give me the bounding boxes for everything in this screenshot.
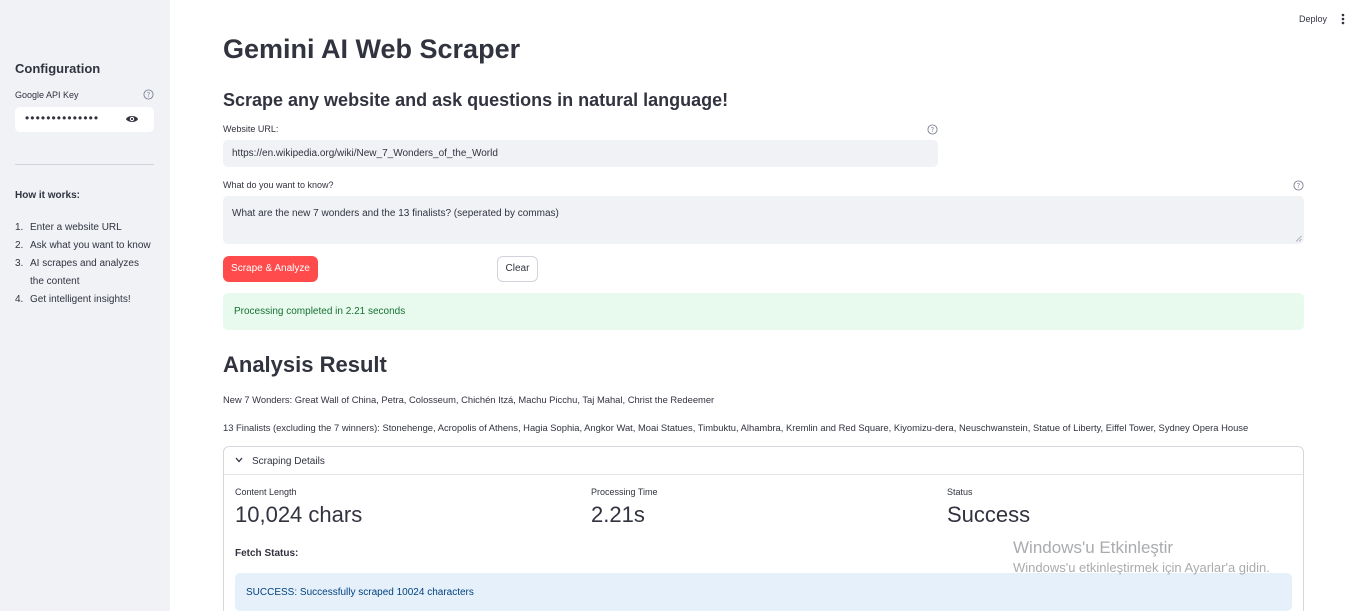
clear-button[interactable]: Clear: [497, 256, 538, 282]
metric-content-length: Content Length 10,024 chars: [235, 487, 362, 528]
question-textarea[interactable]: What are the new 7 wonders and the 13 fi…: [223, 196, 1304, 244]
help-icon[interactable]: ?: [1293, 180, 1304, 191]
list-item: 1. Enter a website URL: [15, 222, 122, 233]
api-key-input[interactable]: ••••••••••••••: [15, 107, 154, 132]
question-value: What are the new 7 wonders and the 13 fi…: [232, 208, 559, 219]
how-it-works-title: How it works:: [15, 190, 81, 201]
list-item: 3. AI scrapes and analyzes the content: [15, 258, 139, 287]
metric-label: Content Length: [235, 487, 297, 497]
fetch-status-message: SUCCESS: Successfully scraped 10024 char…: [246, 587, 474, 598]
success-message: Processing completed in 2.21 seconds: [234, 306, 406, 317]
activation-watermark: Windows'u Etkinleştir Windows'u etkinleş…: [1013, 538, 1270, 575]
scrape-analyze-button[interactable]: Scrape & Analyze: [223, 256, 318, 282]
sidebar: Configuration Google API Key ? •••••••••…: [0, 0, 170, 611]
result-line-wonders: New 7 Wonders: Great Wall of China, Petr…: [223, 394, 715, 405]
eye-icon[interactable]: [125, 113, 139, 125]
sidebar-title: Configuration: [15, 61, 101, 76]
list-item: 4. Get intelligent insights!: [15, 294, 131, 305]
success-alert: Processing completed in 2.21 seconds: [223, 293, 1304, 330]
metric-label: Status: [947, 487, 973, 497]
chevron-down-icon: [235, 457, 243, 463]
scraping-details-expander: Scraping Details Content Length 10,024 c…: [223, 446, 1304, 611]
svg-text:?: ?: [1297, 182, 1301, 190]
help-icon[interactable]: ?: [927, 124, 938, 135]
url-input[interactable]: https://en.wikipedia.org/wiki/New_7_Wond…: [223, 140, 938, 167]
page-subtitle: Scrape any website and ask questions in …: [223, 90, 729, 110]
metric-processing-time: Processing Time 2.21s: [591, 487, 658, 528]
result-title: Analysis Result: [223, 352, 387, 377]
result-line-finalists: 13 Finalists (excluding the 7 winners): …: [223, 422, 1249, 433]
metric-value: 2.21s: [591, 502, 645, 527]
deploy-button[interactable]: Deploy: [1299, 14, 1327, 24]
list-item: 2. Ask what you want to know: [15, 240, 151, 251]
more-menu-icon[interactable]: [1341, 13, 1345, 25]
svg-text:?: ?: [147, 91, 151, 99]
api-key-value: ••••••••••••••: [25, 111, 100, 125]
sidebar-divider: [15, 164, 154, 165]
url-label: Website URL:: [223, 124, 279, 134]
fetch-status-alert: SUCCESS: Successfully scraped 10024 char…: [235, 573, 1292, 611]
steps-list: 1. Enter a website URL 2. Ask what you wan…: [15, 219, 165, 309]
metric-label: Processing Time: [591, 487, 658, 497]
metric-status: Status Success: [947, 487, 1030, 528]
api-key-label: Google API Key: [15, 90, 79, 100]
watermark-line1: Windows'u Etkinleştir: [1013, 538, 1174, 557]
resize-handle-icon[interactable]: [1295, 235, 1302, 242]
question-label: What do you want to know?: [223, 180, 334, 190]
metric-value: 10,024 chars: [235, 502, 363, 527]
metric-value: Success: [947, 502, 1031, 527]
expander-title: Scraping Details: [252, 456, 325, 467]
page-title: Gemini AI Web Scraper: [223, 34, 521, 64]
expander-header[interactable]: Scraping Details: [224, 447, 1303, 475]
help-icon[interactable]: ?: [143, 89, 154, 100]
fetch-status-title: Fetch Status:: [235, 548, 299, 559]
svg-text:?: ?: [931, 126, 935, 134]
watermark-line2: Windows'u etkinleştirmek için Ayarlar'a …: [1013, 560, 1270, 575]
